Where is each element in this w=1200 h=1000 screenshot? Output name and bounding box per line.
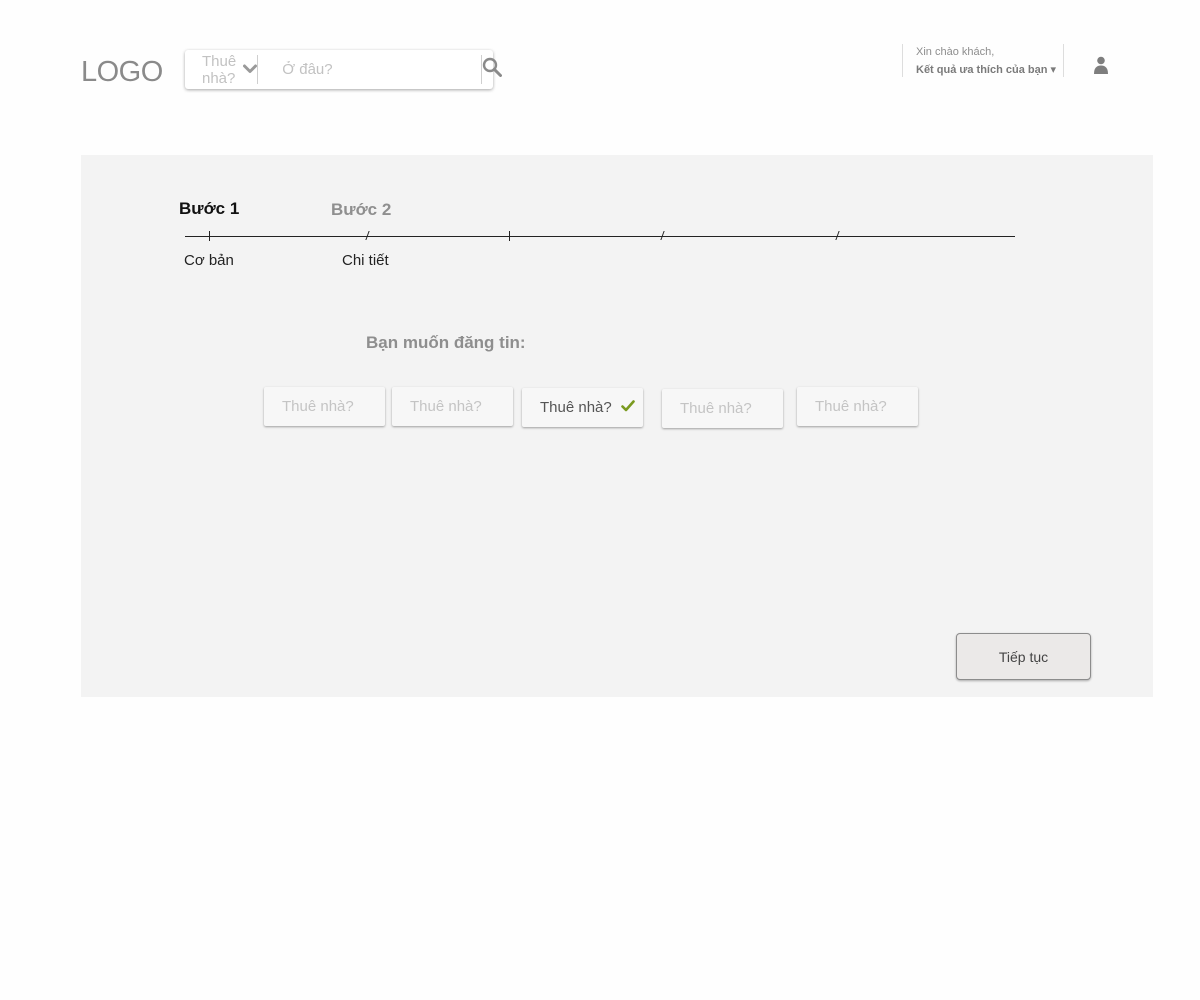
listing-type-option-1[interactable]: Thuê nhà? <box>264 387 385 426</box>
step-1-title: Bước 1 <box>179 199 240 218</box>
listing-type-option-2[interactable]: Thuê nhà? <box>392 387 513 426</box>
search-bar: Thuê nhà? <box>185 50 503 89</box>
listing-question: Bạn muốn đăng tin: <box>366 333 526 352</box>
listing-type-option-4[interactable]: Thuê nhà? <box>662 389 783 428</box>
post-listing-panel: Bước 1 Bước 2 Cơ bản Chi tiết Bạn muốn đ… <box>81 155 1153 697</box>
option-label: Thuê nhà? <box>410 398 482 415</box>
timeline-tick <box>509 231 510 241</box>
continue-button[interactable]: Tiếp tục <box>956 633 1091 680</box>
option-label: Thuê nhà? <box>815 398 887 415</box>
user-greeting: Xin chào khách, Kết quả ưa thích của bạn… <box>902 44 1064 77</box>
progress-timeline <box>185 236 1015 237</box>
listing-type-option-3[interactable]: Thuê nhà? <box>522 388 643 427</box>
option-label: Thuê nhà? <box>282 398 354 415</box>
listing-type-option-5[interactable]: Thuê nhà? <box>797 387 918 426</box>
chevron-down-icon <box>243 61 258 78</box>
timeline-tick <box>209 231 210 241</box>
search-icon <box>482 57 503 82</box>
search-button[interactable] <box>482 50 503 89</box>
property-type-dropdown[interactable]: Thuê nhà? <box>185 52 259 87</box>
option-label: Thuê nhà? <box>680 400 752 417</box>
step-2-title[interactable]: Bước 2 <box>331 200 391 220</box>
greeting-text: Xin chào khách, <box>916 46 995 58</box>
favorites-dropdown[interactable]: Kết quả ưa thích của bạn ▾ <box>916 60 1063 80</box>
user-icon[interactable] <box>1093 56 1109 79</box>
location-input[interactable] <box>258 55 483 84</box>
logo[interactable]: LOGO <box>81 56 163 89</box>
check-icon <box>620 399 635 416</box>
step-1-subtitle: Cơ bản <box>184 252 234 269</box>
option-label: Thuê nhà? <box>540 399 612 416</box>
property-type-value: Thuê nhà? <box>202 52 237 87</box>
step-2-subtitle: Chi tiết <box>342 252 389 269</box>
